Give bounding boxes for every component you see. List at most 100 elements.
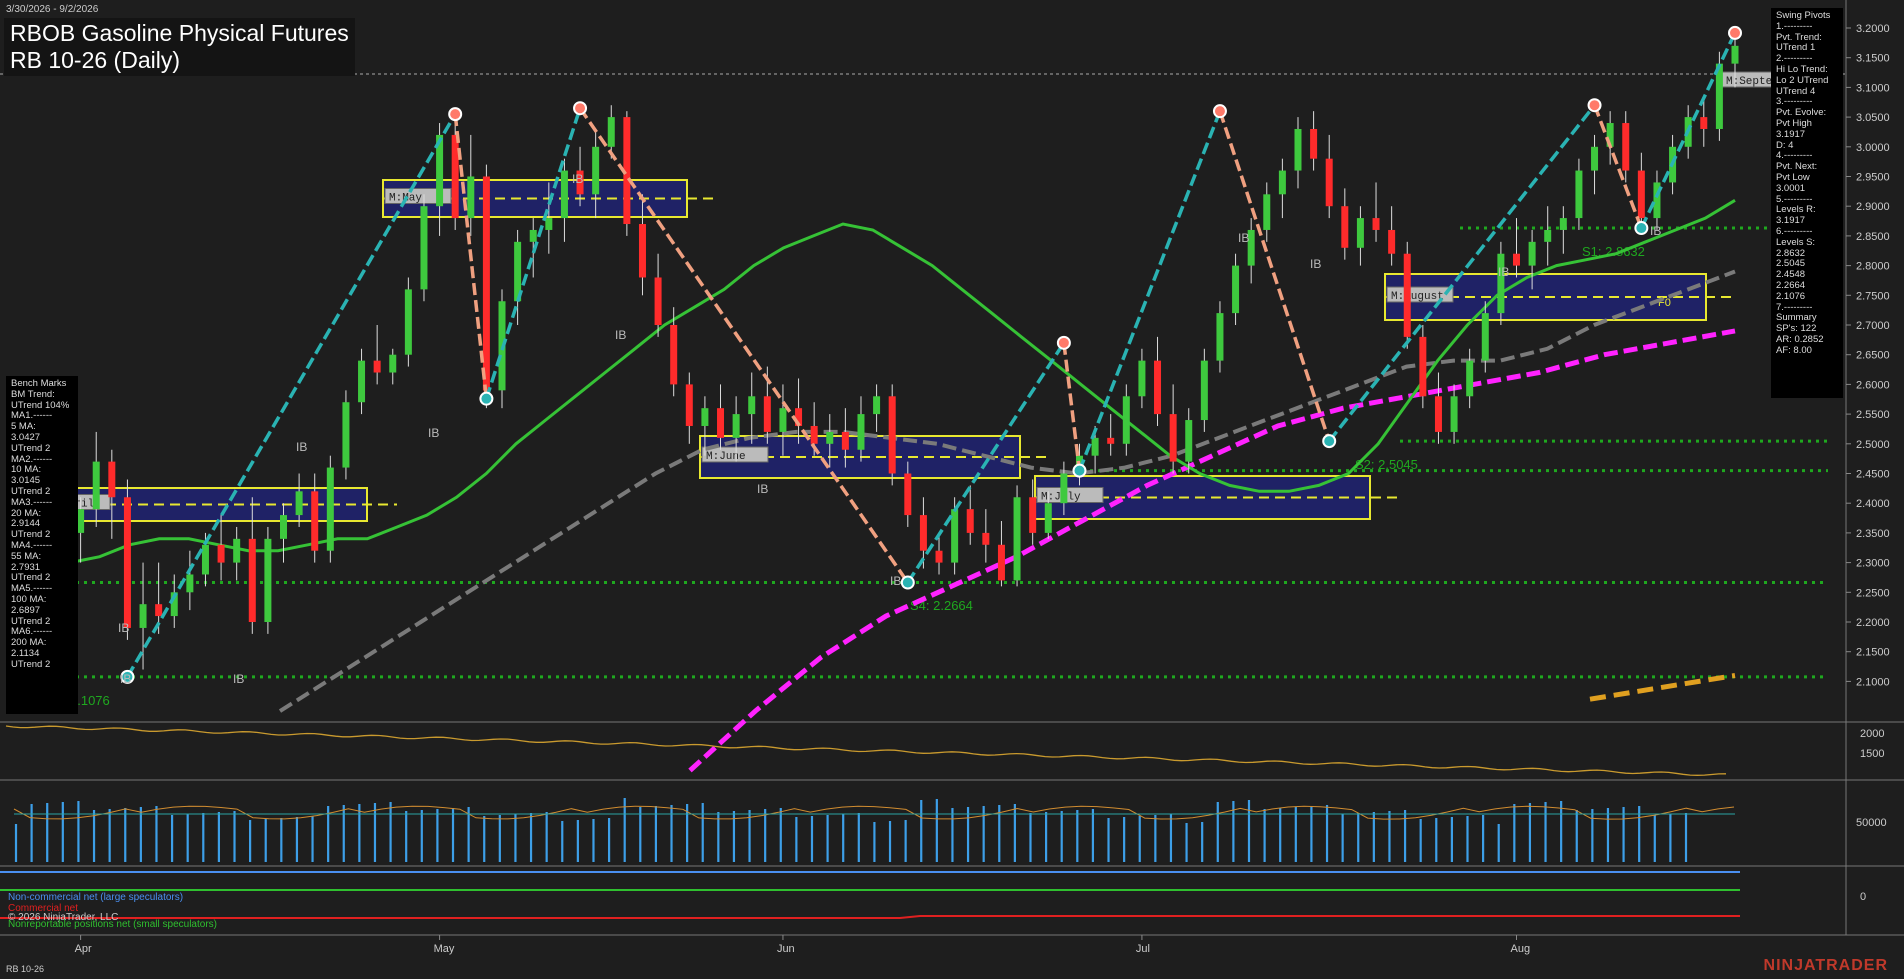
candle-body [904, 473, 912, 516]
candle-body [1512, 253, 1520, 266]
candle-body [1263, 194, 1271, 230]
legend-noncommercial: Non-commercial net (large speculators) [8, 892, 184, 903]
ib-label: IB [233, 672, 244, 686]
candle-body [451, 134, 459, 219]
y-tick-label: 2.3500 [1856, 528, 1890, 540]
ib-label: IB [757, 482, 768, 496]
y-tick-label: 3.2000 [1856, 23, 1890, 35]
candle-body [389, 354, 397, 373]
pivot-marker [1322, 434, 1337, 449]
y-tick-label: 2.6000 [1856, 379, 1890, 391]
candle-body [592, 146, 600, 195]
candle-body [1591, 146, 1599, 171]
instrument-name: RBOB Gasoline Physical Futures [10, 20, 349, 46]
candle-body [217, 544, 225, 563]
bench-line: UTrend 2 [11, 442, 51, 454]
y-tick-label: 3.1000 [1856, 82, 1890, 94]
cot-axis-label: 0 [1860, 891, 1866, 903]
pivot-marker [1728, 25, 1742, 40]
candle-body [1200, 360, 1208, 421]
price-chart[interactable]: 3.2000 3.1500 3.1000 3.0500 3.0000 2.9500 2.90… [0, 0, 1904, 979]
candle-body [1622, 123, 1630, 171]
candle-body [1497, 253, 1505, 314]
pivot-marker [573, 101, 588, 116]
y-tick-label: 2.1500 [1856, 647, 1890, 659]
candle-body [1185, 420, 1193, 462]
y-tick-label: 3.1500 [1856, 53, 1890, 65]
candle-body [1372, 218, 1380, 230]
pivot-marker [1056, 335, 1071, 350]
candle-body [1466, 360, 1474, 397]
bench-marks-panel: Bench Marks BM Trend: UTrend 104% MA1.-----… [6, 376, 78, 714]
candle-body [311, 491, 319, 551]
candle-body [545, 218, 553, 230]
candle-body [358, 360, 366, 403]
open-interest-line [13, 805, 1735, 820]
x-tick-label: Apr [75, 943, 92, 955]
candle-body [108, 461, 116, 498]
candle-body [264, 538, 272, 622]
swing-line: 3.1917 [1776, 128, 1806, 140]
candle-body [1559, 218, 1567, 230]
candle-body [529, 229, 537, 242]
candle-body [779, 408, 787, 432]
candle-body [888, 396, 896, 474]
chart-title: RBOB Gasoline Physical Futures RB 10-26 … [4, 18, 355, 76]
volume-line [5, 725, 1727, 776]
legend-nonreportable: Nonreportable positions net (small specu… [8, 919, 217, 930]
y-tick-label: 3.0500 [1856, 112, 1890, 124]
bench-line: 55 MA: [11, 550, 42, 562]
ib-label: IB [1498, 265, 1509, 279]
candle-body [1044, 503, 1052, 533]
swing-line: 3.0001 [1776, 182, 1806, 194]
candle-body [123, 497, 131, 628]
candle-body [1091, 437, 1099, 456]
candle-body [810, 425, 818, 444]
y-tick-label: 2.9500 [1856, 172, 1890, 184]
candle-body [1528, 241, 1536, 266]
candle-body [732, 414, 740, 438]
swing-line: 2.1076 [1776, 290, 1806, 302]
candle-body [1434, 396, 1442, 432]
candle-body [326, 467, 334, 551]
candle-body [717, 408, 725, 438]
swing-line: Levels S: [1776, 236, 1816, 248]
candle-body [748, 396, 756, 415]
ib-label: IB [118, 621, 129, 635]
candle-body [966, 509, 974, 533]
candle-body [1278, 170, 1286, 195]
bench-line: BM Trend: [11, 388, 55, 400]
candle-body [1481, 313, 1489, 361]
candle-body [1388, 229, 1396, 254]
candle-body [1029, 497, 1037, 533]
candle-body [186, 574, 194, 593]
ib-label: IB [615, 328, 626, 342]
candle-body [1700, 117, 1708, 129]
cot-commercial [0, 915, 1740, 919]
candle-body [467, 176, 475, 219]
date-range: 3/30/2026 - 9/2/2026 [6, 4, 99, 15]
y-tick-label: 2.5000 [1856, 439, 1890, 451]
contract-period: RB 10-26 (Daily) [10, 47, 180, 73]
candle-body [1013, 497, 1021, 581]
x-tick-label: Jul [1136, 943, 1150, 955]
y-tick-label: 2.9000 [1856, 201, 1890, 213]
oi-axis-label: 50000 [1856, 817, 1887, 829]
footer-symbol: RB 10-26 [6, 964, 45, 974]
volume-axis-label: 2000 [1860, 728, 1884, 740]
y-tick-label: 2.8000 [1856, 261, 1890, 273]
pivot-marker [900, 575, 915, 590]
candle-body [607, 117, 615, 147]
candle-body [638, 224, 646, 278]
y-tick-label: 2.7000 [1856, 320, 1890, 332]
candle-body [670, 325, 678, 385]
pivot-marker [1072, 463, 1087, 478]
x-tick-label: May [434, 943, 455, 955]
candle-body [248, 538, 256, 622]
y-tick-label: 2.3000 [1856, 558, 1890, 570]
candle-body [654, 277, 662, 325]
candle-body [1419, 336, 1427, 397]
bench-line: 2.6897 [11, 604, 41, 616]
candle-body [1107, 437, 1115, 444]
candle-body [77, 509, 85, 533]
